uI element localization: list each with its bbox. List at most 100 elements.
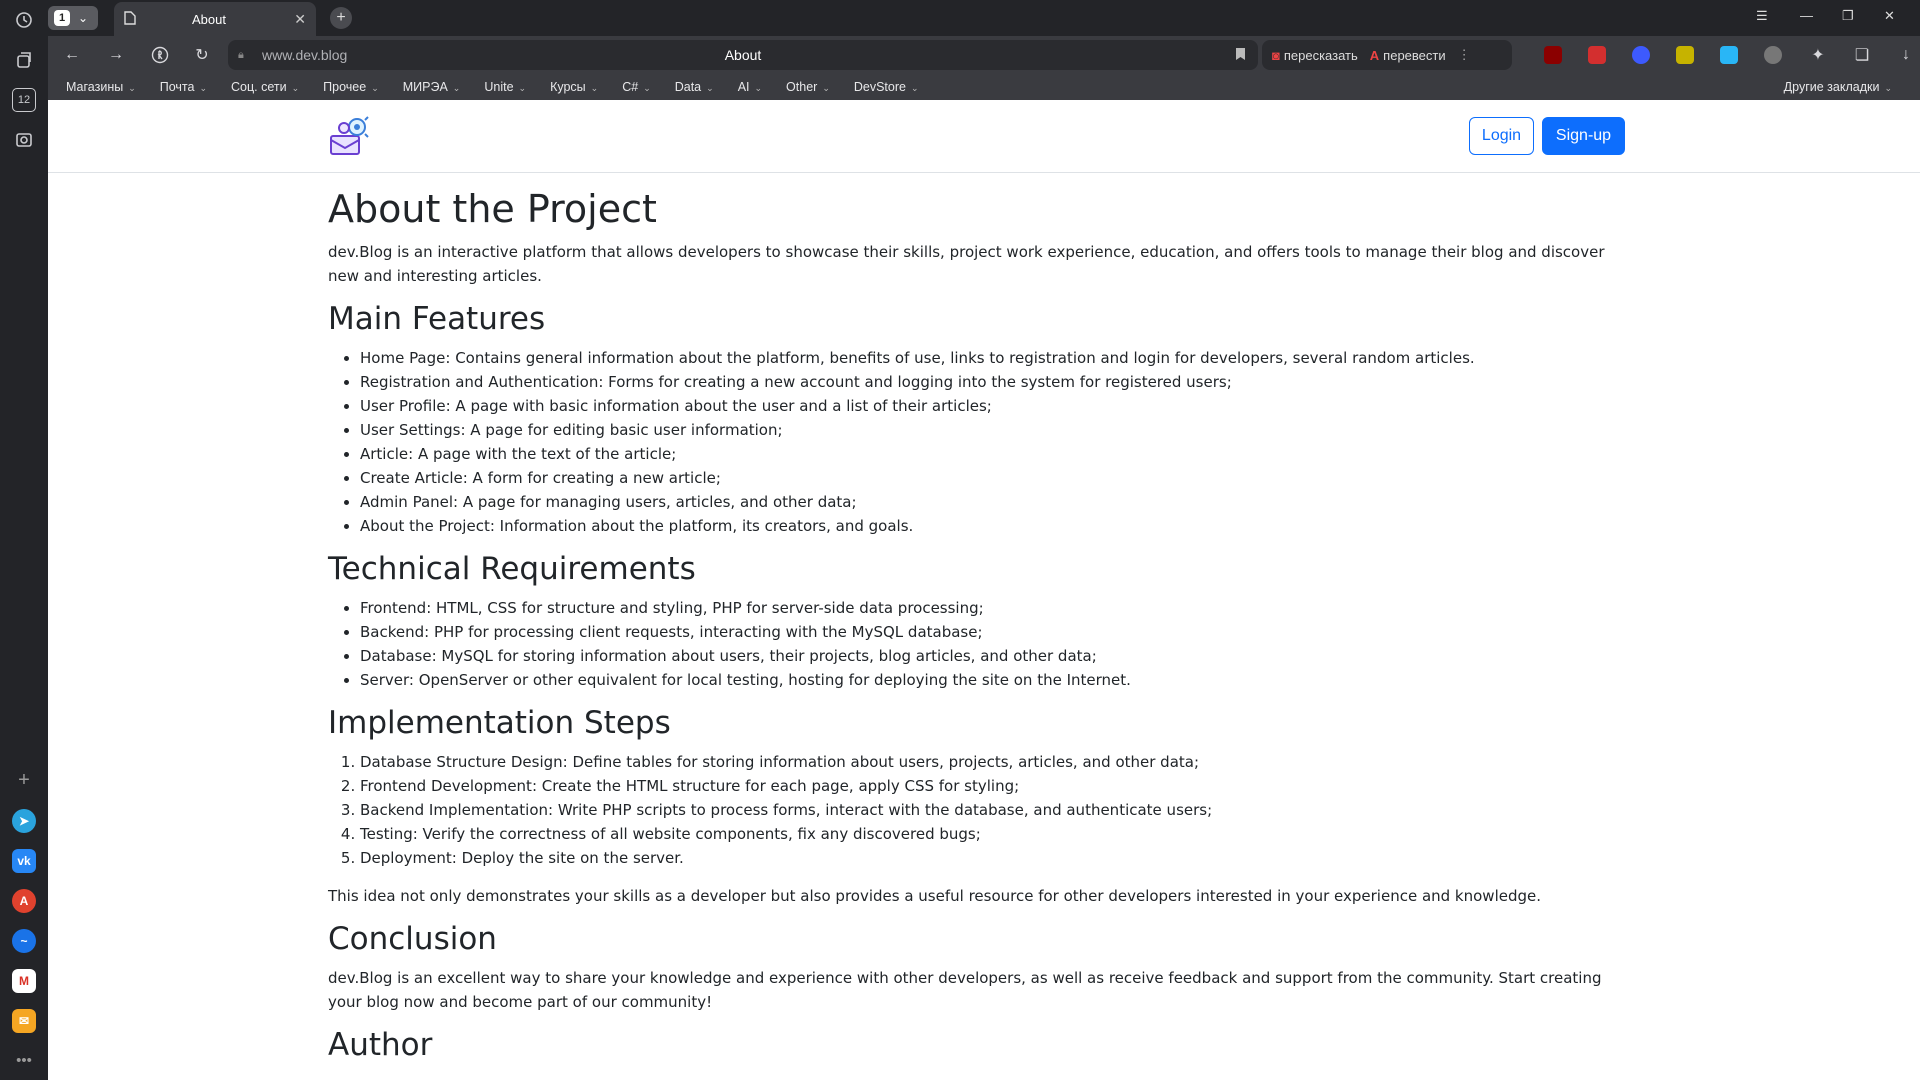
ublock-icon[interactable] — [1544, 46, 1562, 64]
bookmark-label: Прочее — [323, 80, 367, 94]
summarize-button[interactable]: ◙ пересказать — [1272, 48, 1358, 63]
list-item: Frontend Development: Create the HTML st… — [360, 774, 1628, 798]
restore-icon[interactable]: ❐ — [1842, 8, 1854, 24]
bookmark-folder-other[interactable]: Other ⌄ — [786, 80, 830, 94]
chevron-down-icon: ⌄ — [128, 83, 136, 93]
more-options-icon[interactable]: ⋮ — [1458, 47, 1471, 63]
cursor-extension-icon[interactable] — [1632, 46, 1650, 64]
bookmark-icon[interactable] — [1235, 47, 1246, 64]
bookmark-label: Other — [786, 80, 818, 94]
collections-icon[interactable] — [12, 48, 36, 72]
more-icon[interactable]: ••• — [12, 1048, 36, 1072]
list-item: Backend: PHP for processing client reque… — [360, 620, 1628, 644]
browser-sidebar: 12 + ➤ vk A ~ M ✉ ••• — [0, 0, 48, 1080]
tab-about[interactable]: About ✕ — [114, 2, 316, 36]
list-item: Create Article: A form for creating a ne… — [360, 466, 1628, 490]
intro-paragraph: dev.Blog is an interactive platform that… — [328, 243, 1605, 285]
chevron-down-icon: ⌄ — [590, 83, 599, 93]
bookmark-folder-shops[interactable]: Магазины ⌄ — [66, 80, 136, 94]
lock-icon: 🔒︎ — [238, 48, 244, 61]
download-icon[interactable]: ↓ — [1896, 45, 1916, 65]
bookmark-label: МИРЭА — [402, 80, 448, 94]
gmail-icon[interactable]: M — [12, 969, 36, 993]
yandex-icon[interactable] — [150, 45, 170, 65]
extensions-icon[interactable]: ✦ — [1808, 45, 1828, 65]
translate-app-icon[interactable]: A — [12, 889, 36, 913]
translator-extension-icon[interactable] — [1720, 46, 1738, 64]
tab-count: 1 — [54, 10, 70, 26]
login-button[interactable]: Login — [1469, 117, 1534, 155]
bookmark-label: Магазины — [66, 80, 124, 94]
translate-button[interactable]: Aперевести — [1370, 48, 1446, 63]
signup-button[interactable]: Sign-up — [1542, 117, 1625, 155]
list-item: About the Project: Information about the… — [360, 514, 1628, 538]
reload-icon[interactable]: ↻ — [192, 45, 212, 65]
bookmark-label: C# — [622, 80, 639, 94]
chevron-down-icon: ⌄ — [291, 83, 300, 93]
chevron-down-icon: ⌄ — [452, 83, 461, 93]
add-app-icon[interactable]: + — [12, 768, 36, 792]
menu-icon[interactable]: ☰ — [1756, 8, 1768, 24]
steps-heading: Implementation Steps — [328, 705, 671, 741]
extension-gray-icon[interactable] — [1764, 46, 1782, 64]
bookmark-folder-data[interactable]: Data ⌄ — [675, 80, 714, 94]
summarize-label: пересказать — [1283, 47, 1358, 63]
page-title-in-bar: About — [724, 47, 762, 63]
bookmark-folder-ai[interactable]: AI ⌄ — [738, 80, 762, 94]
forward-icon[interactable]: → — [106, 45, 126, 65]
bookmark-folder-mail[interactable]: Почта ⌄ — [160, 80, 207, 94]
bookmark-label: Data — [674, 80, 702, 94]
list-item: Home Page: Contains general information … — [360, 346, 1628, 370]
list-item: User Settings: A page for editing basic … — [360, 418, 1628, 442]
close-tab-icon[interactable]: ✕ — [294, 11, 306, 28]
bookmark-folder-mirea[interactable]: МИРЭА ⌄ — [403, 80, 461, 94]
screenshot-icon[interactable] — [12, 128, 36, 152]
back-icon[interactable]: ← — [62, 45, 82, 65]
tab-counter[interactable]: 1 ⌄ — [48, 6, 98, 30]
other-bookmarks-label: Другие закладки — [1783, 80, 1880, 94]
extension-red-icon[interactable] — [1588, 46, 1606, 64]
chevron-down-icon: ⌄ — [822, 83, 830, 93]
list-item: Admin Panel: A page for managing users, … — [360, 490, 1628, 514]
document-icon — [124, 10, 138, 28]
collections-toolbar-icon[interactable]: ❏ — [1852, 45, 1872, 65]
page-viewport: Login Sign-up About the Project dev.Blog… — [48, 100, 1920, 1080]
bookmark-folder-social[interactable]: Соц. сети ⌄ — [231, 80, 299, 94]
vk-icon[interactable]: vk — [12, 849, 36, 873]
list-item: Testing: Verify the correctness of all w… — [360, 822, 1628, 846]
author-heading: Author — [328, 1027, 433, 1063]
chevron-down-icon: ⌄ — [643, 83, 651, 93]
bookmark-label: Почта — [159, 80, 195, 94]
list-item: User Profile: A page with basic informat… — [360, 394, 1628, 418]
new-tab-button[interactable]: + — [330, 7, 352, 29]
conclusion-paragraph: dev.Blog is an excellent way to share yo… — [328, 969, 1602, 1011]
percent-extension-icon[interactable] — [1676, 46, 1694, 64]
telegram-icon[interactable]: ➤ — [12, 809, 36, 833]
tech-heading: Technical Requirements — [328, 551, 696, 587]
chevron-down-icon: ⌄ — [754, 83, 763, 93]
mail-icon[interactable]: ✉ — [12, 1009, 36, 1033]
bookmark-folder-unite[interactable]: Unite ⌄ — [484, 80, 526, 94]
tab-title: About — [192, 11, 226, 27]
calendar-badge[interactable]: 12 — [12, 88, 36, 112]
other-bookmarks[interactable]: Другие закладки ⌄ — [1784, 80, 1892, 94]
bookmark-folder-csharp[interactable]: C# ⌄ — [622, 80, 651, 94]
address-bar[interactable]: 🔒︎ www.dev.blog About — [228, 40, 1258, 70]
bookmark-folder-other-ru[interactable]: Прочее ⌄ — [323, 80, 379, 94]
url-text[interactable]: www.dev.blog — [262, 47, 347, 63]
tab-strip: 1 ⌄ About ✕ + ☰ — ❐ ✕ — [48, 0, 1920, 36]
bookmark-label: DevStore — [853, 80, 906, 94]
steps-list: Database Structure Design: Define tables… — [328, 750, 1628, 870]
close-window-icon[interactable]: ✕ — [1884, 8, 1895, 24]
chevron-down-icon: ⌄ — [199, 83, 208, 93]
list-item: Database: MySQL for storing information … — [360, 644, 1628, 668]
devblog-logo[interactable] — [327, 114, 371, 158]
bookmark-folder-devstore[interactable]: DevStore ⌄ — [854, 80, 919, 94]
bookmark-folder-courses[interactable]: Курсы ⌄ — [550, 80, 598, 94]
main-content: About the Project dev.Blog is an interac… — [328, 186, 1628, 1072]
address-toolbar: ← → ↻ 🔒︎ www.dev.blog About ◙ пересказать… — [48, 36, 1920, 74]
list-item: Server: OpenServer or other equivalent f… — [360, 668, 1628, 692]
minimize-icon[interactable]: — — [1800, 8, 1813, 23]
zen-app-icon[interactable]: ~ — [12, 929, 36, 953]
history-icon[interactable] — [12, 8, 36, 32]
